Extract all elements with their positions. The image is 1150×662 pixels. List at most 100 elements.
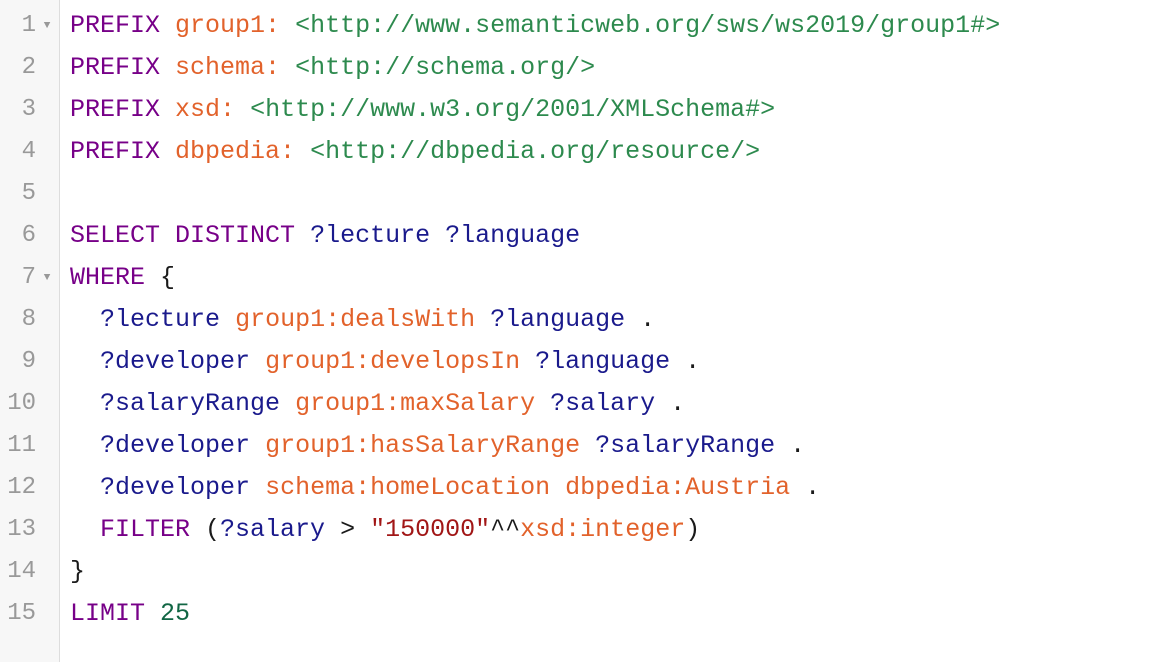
code-token: ?salaryRange	[100, 389, 281, 418]
code-line-text: PREFIX group1: <http://www.semanticweb.o…	[70, 5, 1000, 47]
code-line[interactable]: 8 ?lecture group1:dealsWith ?language .	[0, 299, 1150, 341]
line-number: 8	[21, 306, 36, 333]
code-token: group1:hasSalaryRange	[265, 431, 581, 460]
code-line[interactable]: 7 ▼ WHERE {	[0, 257, 1150, 299]
line-number: 5	[21, 180, 36, 207]
code-line[interactable]: 13 FILTER (?salary > "150000"^^xsd:integ…	[0, 509, 1150, 551]
code-editor[interactable]: 1 ▼ PREFIX group1: <http://www.semanticweb…	[0, 0, 1150, 662]
code-token: xsd:integer	[520, 515, 686, 544]
code-token: WHERE	[70, 263, 146, 292]
code-line-text: PREFIX schema: <http://schema.org/>	[70, 47, 595, 89]
fold-triangle-icon[interactable]: ▼	[39, 5, 55, 47]
code-line[interactable]: 12 ?developer schema:homeLocation dbpedi…	[0, 467, 1150, 509]
code-token: SELECT	[70, 221, 161, 250]
code-line-text: }	[70, 551, 85, 593]
code-token: group1:	[175, 11, 281, 40]
code-token: ?developer	[100, 473, 251, 502]
code-line[interactable]: 14}	[0, 551, 1150, 593]
line-number: 11	[7, 432, 36, 459]
code-token: .	[655, 389, 686, 418]
code-line[interactable]: 1 ▼ PREFIX group1: <http://www.semanticweb…	[0, 5, 1150, 47]
code-token: <http://dbpedia.org/resource/>	[310, 137, 761, 166]
code-line[interactable]: 9 ?developer group1:developsIn ?language…	[0, 341, 1150, 383]
code-token: DISTINCT	[175, 221, 296, 250]
line-number: 7	[21, 264, 36, 291]
line-number: 3	[21, 96, 36, 123]
line-number: 14	[7, 558, 36, 585]
code-line[interactable]: 6 SELECT DISTINCT ?lecture ?language	[0, 215, 1150, 257]
code-line[interactable]: 5	[0, 173, 1150, 215]
code-line[interactable]: 11 ?developer group1:hasSalaryRange ?sal…	[0, 425, 1150, 467]
code-token: >	[340, 515, 356, 544]
code-token: ?lecture	[100, 305, 221, 334]
code-line-text: ?salaryRange group1:maxSalary ?salary .	[70, 383, 685, 425]
code-token: ?salary	[220, 515, 326, 544]
line-number: 1	[21, 12, 36, 39]
code-token: xsd:	[175, 95, 236, 124]
code-line[interactable]: 2 PREFIX schema: <http://schema.org/>	[0, 47, 1150, 89]
code-token: ?developer	[100, 347, 251, 376]
code-token: .	[775, 431, 806, 460]
code-token: .	[670, 347, 701, 376]
code-line[interactable]: 10 ?salaryRange group1:maxSalary ?salary…	[0, 383, 1150, 425]
code-token: ?language	[490, 305, 626, 334]
code-token: <http://www.w3.org/2001/XMLSchema#>	[250, 95, 776, 124]
code-line-text: ?lecture group1:dealsWith ?language .	[70, 299, 655, 341]
code-token: ?salaryRange	[595, 431, 776, 460]
code-token: )	[685, 515, 701, 544]
code-token: }	[70, 557, 86, 586]
code-token: .	[790, 473, 821, 502]
code-token: (	[190, 515, 221, 544]
code-line[interactable]: 15 LIMIT 25	[0, 593, 1150, 635]
line-number: 9	[21, 348, 36, 375]
code-token: dbpedia:	[175, 137, 296, 166]
code-line[interactable]: 3 PREFIX xsd: <http://www.w3.org/2001/XML…	[0, 89, 1150, 131]
fold-triangle-icon[interactable]: ▼	[39, 257, 55, 299]
line-number: 10	[7, 390, 36, 417]
code-token: ?lecture	[310, 221, 431, 250]
code-token: PREFIX	[70, 53, 161, 82]
code-line-text: PREFIX xsd: <http://www.w3.org/2001/XMLS…	[70, 89, 775, 131]
code-token: .	[625, 305, 656, 334]
code-line-text: LIMIT 25	[70, 593, 190, 635]
code-token: ?language	[445, 221, 581, 250]
line-number: 12	[7, 474, 36, 501]
code-token: LIMIT	[70, 599, 146, 628]
code-token: dbpedia:Austria	[565, 473, 791, 502]
line-number: 2	[21, 54, 36, 81]
line-number: 6	[21, 222, 36, 249]
code-line-text: ?developer group1:developsIn ?language .	[70, 341, 700, 383]
code-token: ^^	[490, 515, 521, 544]
code-line-text: ?developer schema:homeLocation dbpedia:A…	[70, 467, 820, 509]
code-token: {	[145, 263, 176, 292]
code-token: group1:maxSalary	[295, 389, 536, 418]
code-token: PREFIX	[70, 95, 161, 124]
code-token: schema:	[175, 53, 281, 82]
code-line[interactable]: 4 PREFIX dbpedia: <http://dbpedia.org/res…	[0, 131, 1150, 173]
code-token: PREFIX	[70, 11, 161, 40]
code-line-text: FILTER (?salary > "150000"^^xsd:integer)	[70, 509, 700, 551]
